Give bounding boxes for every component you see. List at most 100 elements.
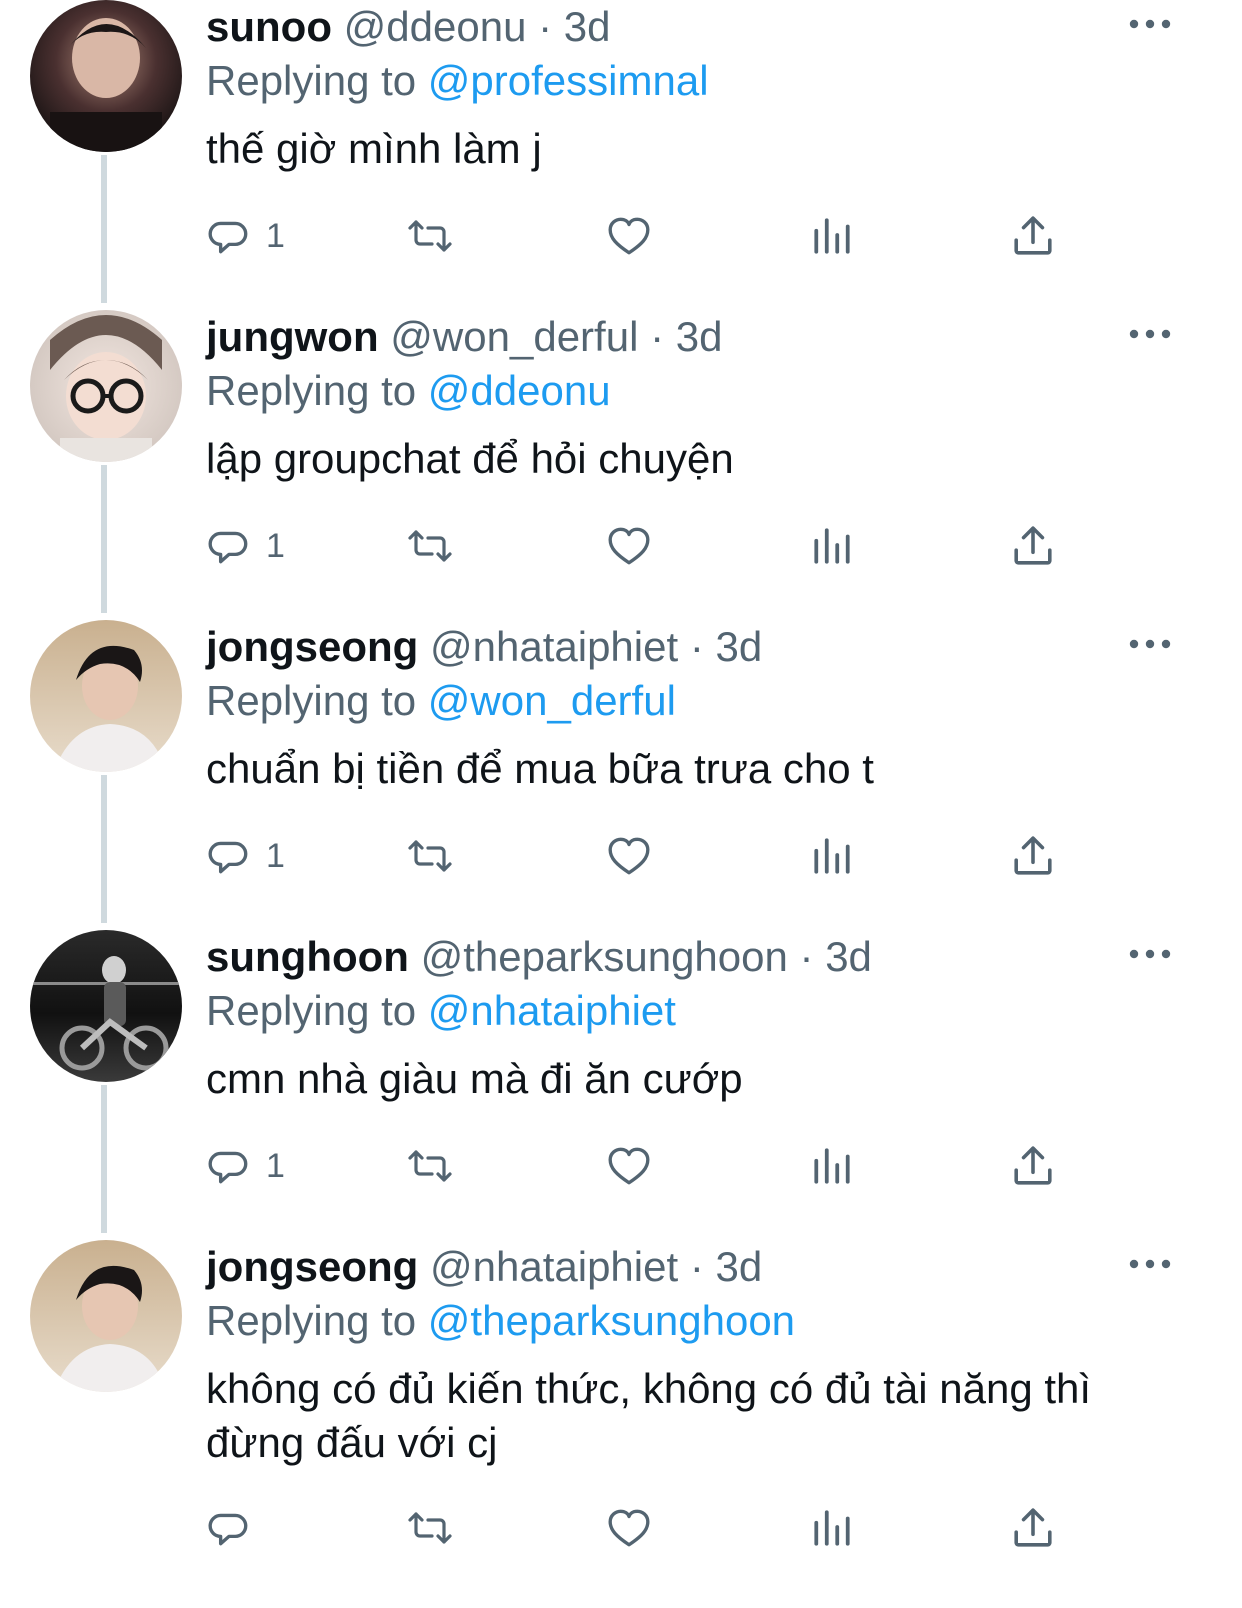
- views-icon: [814, 1510, 850, 1546]
- views-button[interactable]: [810, 826, 854, 886]
- retweet-button[interactable]: [402, 1136, 458, 1196]
- avatar[interactable]: [30, 310, 182, 462]
- avatar-photo-beach-icon: [30, 620, 182, 772]
- share-button[interactable]: [1012, 1136, 1054, 1196]
- user-handle[interactable]: @nhataiphiet: [430, 623, 678, 670]
- tweet-text: chuẩn bị tiền để mua bữa trưa cho t: [206, 745, 874, 792]
- reply-count: 1: [266, 216, 285, 255]
- mention-link[interactable]: @ddeonu: [428, 367, 611, 414]
- share-icon: [1014, 216, 1052, 255]
- replying-to: Replying to @professimnal: [206, 56, 709, 106]
- retweet-icon: [408, 1512, 452, 1544]
- display-name[interactable]: sunoo: [206, 3, 332, 50]
- more-icon[interactable]: [1128, 14, 1172, 34]
- separator-dot: ·: [538, 3, 553, 50]
- replying-label: Replying to: [206, 367, 417, 414]
- like-button[interactable]: [606, 826, 652, 886]
- tweet-header: sunoo @ddeonu · 3d: [206, 2, 611, 52]
- retweet-icon: [408, 530, 452, 562]
- tweet-header: sunghoon @theparksunghoon · 3d: [206, 932, 872, 982]
- avatar[interactable]: [30, 1240, 182, 1392]
- reply-button[interactable]: [206, 1498, 266, 1558]
- like-icon: [608, 837, 650, 875]
- retweet-button[interactable]: [402, 1498, 458, 1558]
- thread-line: [101, 465, 107, 613]
- like-icon: [608, 1147, 650, 1185]
- action-bar: 1: [206, 826, 1086, 886]
- share-icon: [1014, 1508, 1052, 1547]
- avatar-photo-motorcycle-bw-icon: [30, 930, 182, 1082]
- reply-icon: [208, 221, 248, 254]
- retweet-button[interactable]: [402, 516, 458, 576]
- avatar[interactable]: [30, 0, 182, 152]
- share-button[interactable]: [1012, 1498, 1054, 1558]
- like-button[interactable]: [606, 1498, 652, 1558]
- timestamp[interactable]: 3d: [716, 1243, 763, 1290]
- user-handle[interactable]: @won_derful: [390, 313, 638, 360]
- share-button[interactable]: [1012, 516, 1054, 576]
- replying-label: Replying to: [206, 677, 417, 724]
- thread-line: [101, 775, 107, 923]
- reply-count: 1: [266, 526, 285, 565]
- retweet-button[interactable]: [402, 826, 458, 886]
- reply-count: 1: [266, 836, 285, 875]
- tweet-text: không có đủ kiến thức, không có đủ tài n…: [206, 1365, 1092, 1466]
- display-name[interactable]: sunghoon: [206, 933, 409, 980]
- views-button[interactable]: [810, 206, 854, 266]
- avatar[interactable]: [30, 930, 182, 1082]
- mention-link[interactable]: @professimnal: [428, 57, 709, 104]
- share-icon: [1014, 1146, 1052, 1185]
- action-bar: 1: [206, 206, 1086, 266]
- avatar-photo-beach-icon: [30, 1240, 182, 1392]
- more-icon[interactable]: [1128, 1254, 1172, 1274]
- tweet-header: jungwon @won_derful · 3d: [206, 312, 722, 362]
- mention-link[interactable]: @nhataiphiet: [428, 987, 676, 1034]
- share-button[interactable]: [1012, 206, 1054, 266]
- views-button[interactable]: [810, 1498, 854, 1558]
- reply-icon: [208, 1151, 248, 1184]
- mention-link[interactable]: @theparksunghoon: [428, 1297, 795, 1344]
- user-handle[interactable]: @theparksunghoon: [421, 933, 788, 980]
- like-button[interactable]: [606, 206, 652, 266]
- like-icon: [608, 527, 650, 565]
- action-bar: [206, 1498, 1086, 1558]
- tweet-text: lập groupchat để hỏi chuyện: [206, 435, 734, 482]
- reply-icon: [208, 531, 248, 564]
- more-icon[interactable]: [1128, 324, 1172, 344]
- timestamp[interactable]: 3d: [825, 933, 872, 980]
- avatar-photo-glasses-icon: [30, 310, 182, 462]
- views-button[interactable]: [810, 516, 854, 576]
- mention-link[interactable]: @won_derful: [428, 677, 676, 724]
- user-handle[interactable]: @nhataiphiet: [430, 1243, 678, 1290]
- tweet-text: thế giờ mình làm j: [206, 125, 542, 172]
- tweet-text: cmn nhà giàu mà đi ăn cướp: [206, 1055, 743, 1102]
- views-icon: [814, 528, 850, 564]
- reply-icon: [208, 1513, 248, 1546]
- display-name[interactable]: jongseong: [206, 623, 418, 670]
- like-button[interactable]: [606, 1136, 652, 1196]
- tweet-header: jongseong @nhataiphiet · 3d: [206, 622, 762, 672]
- retweet-icon: [408, 840, 452, 872]
- like-button[interactable]: [606, 516, 652, 576]
- retweet-button[interactable]: [402, 206, 458, 266]
- share-button[interactable]: [1012, 826, 1054, 886]
- reply-count: 1: [266, 1146, 285, 1185]
- action-bar: 1: [206, 516, 1086, 576]
- reply-button[interactable]: 1: [206, 516, 285, 576]
- display-name[interactable]: jongseong: [206, 1243, 418, 1290]
- retweet-icon: [408, 220, 452, 252]
- reply-button[interactable]: 1: [206, 826, 285, 886]
- avatar[interactable]: [30, 620, 182, 772]
- user-handle[interactable]: @ddeonu: [344, 3, 527, 50]
- timestamp[interactable]: 3d: [564, 3, 611, 50]
- action-bar: 1: [206, 1136, 1086, 1196]
- more-icon[interactable]: [1128, 944, 1172, 964]
- reply-button[interactable]: 1: [206, 1136, 285, 1196]
- timestamp[interactable]: 3d: [676, 313, 723, 360]
- more-icon[interactable]: [1128, 634, 1172, 654]
- reply-button[interactable]: 1: [206, 206, 285, 266]
- views-button[interactable]: [810, 1136, 854, 1196]
- timestamp[interactable]: 3d: [716, 623, 763, 670]
- replying-to: Replying to @won_derful: [206, 676, 676, 726]
- display-name[interactable]: jungwon: [206, 313, 379, 360]
